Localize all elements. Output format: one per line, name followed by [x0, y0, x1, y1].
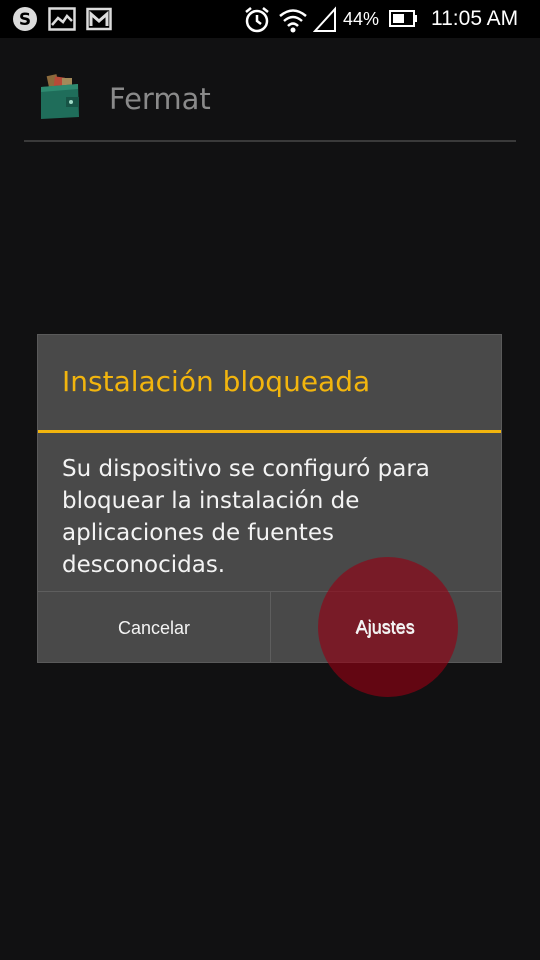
- skype-icon: S: [12, 6, 38, 36]
- dialog-message: Su dispositivo se configuró para bloquea…: [62, 456, 430, 578]
- action-bar: Fermat: [0, 38, 540, 142]
- gmail-icon: [86, 6, 112, 36]
- status-bar: S 44% 11:05 AM: [0, 0, 540, 38]
- dialog-title: Instalación bloqueada: [62, 365, 371, 398]
- clock: 11:05 AM: [431, 7, 519, 30]
- svg-text:S: S: [19, 10, 31, 30]
- battery-percent: 44%: [343, 9, 380, 29]
- wifi-icon: [278, 6, 308, 38]
- signal-icon: [312, 6, 337, 38]
- battery-icon: [389, 9, 419, 33]
- cancel-button[interactable]: Cancelar: [38, 592, 271, 662]
- app-title: Fermat: [109, 82, 211, 116]
- alarm-icon: [243, 6, 271, 38]
- wallet-icon[interactable]: [38, 73, 82, 125]
- gallery-icon: [48, 6, 76, 36]
- dialog-title-divider: [38, 430, 501, 433]
- settings-button-label: Ajustes: [355, 617, 416, 638]
